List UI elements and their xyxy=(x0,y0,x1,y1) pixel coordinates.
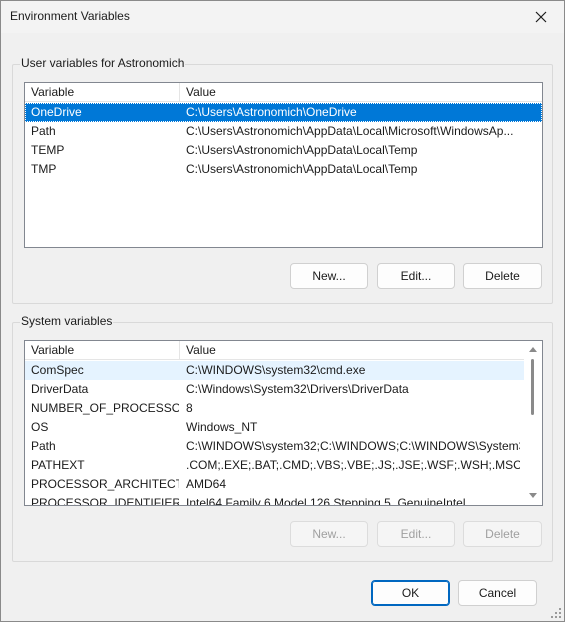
variable-name-cell: PROCESSOR_ARCHITECTU... xyxy=(31,477,179,491)
column-header-variable[interactable]: Variable xyxy=(25,341,179,360)
user-variables-header: Variable Value xyxy=(25,83,542,102)
table-row[interactable]: ComSpec C:\WINDOWS\system32\cmd.exe xyxy=(25,361,542,380)
chevron-down-icon[interactable] xyxy=(529,493,537,498)
variable-value-cell: .COM;.EXE;.BAT;.CMD;.VBS;.VBE;.JS;.JSE;.… xyxy=(186,458,520,472)
table-row[interactable]: Path C:\WINDOWS\system32;C:\WINDOWS;C:\WI… xyxy=(25,437,542,456)
chevron-up-icon[interactable] xyxy=(529,347,537,352)
variable-name-cell: TEMP xyxy=(31,143,65,157)
table-row[interactable]: OneDrive C:\Users\Astronomich\OneDrive xyxy=(25,103,542,122)
table-row[interactable]: PROCESSOR_IDENTIFIER Intel64 Family 6 Mod… xyxy=(25,494,542,506)
variable-value-cell: C:\Users\Astronomich\AppData\Local\Temp xyxy=(186,162,418,176)
cancel-button[interactable]: Cancel xyxy=(458,580,537,606)
ok-button[interactable]: OK xyxy=(371,580,450,606)
user-delete-button[interactable]: Delete xyxy=(463,263,542,289)
title-bar[interactable]: Environment Variables xyxy=(1,1,564,33)
table-row[interactable]: OS Windows_NT xyxy=(25,418,542,437)
user-variables-group: User variables for Astronomich Variable … xyxy=(12,56,553,304)
variable-value-cell: C:\Windows\System32\Drivers\DriverData xyxy=(186,382,409,396)
system-delete-button[interactable]: Delete xyxy=(463,521,542,547)
user-variables-list[interactable]: Variable Value OneDrive C:\Users\Astronom… xyxy=(24,82,543,248)
table-row[interactable]: DriverData C:\Windows\System32\Drivers\Dr… xyxy=(25,380,542,399)
system-variables-label: System variables xyxy=(20,314,114,328)
system-variables-header: Variable Value xyxy=(25,341,542,360)
variable-value-cell: C:\WINDOWS\system32\cmd.exe xyxy=(186,363,366,377)
variable-value-cell: Windows_NT xyxy=(186,420,258,434)
table-row[interactable]: Path C:\Users\Astronomich\AppData\Local\M… xyxy=(25,122,542,141)
table-row[interactable]: NUMBER_OF_PROCESSORS 8 xyxy=(25,399,542,418)
system-variables-list[interactable]: Variable Value ComSpec C:\WINDOWS\system3… xyxy=(24,340,543,506)
variable-name-cell: OS xyxy=(31,420,49,434)
variable-value-cell: AMD64 xyxy=(186,477,227,491)
variable-value-cell: Intel64 Family 6 Model 126 Stepping 5, G… xyxy=(186,496,466,506)
system-edit-button[interactable]: Edit... xyxy=(377,521,455,547)
variable-name-cell: NUMBER_OF_PROCESSORS xyxy=(31,401,179,415)
column-header-value[interactable]: Value xyxy=(180,83,540,102)
user-new-button[interactable]: New... xyxy=(290,263,368,289)
table-row[interactable]: TMP C:\Users\Astronomich\AppData\Local\Te… xyxy=(25,160,542,179)
system-variables-group: System variables Variable Value ComSpec C… xyxy=(12,314,553,562)
variable-name-cell: Path xyxy=(31,124,56,138)
close-icon xyxy=(535,11,547,23)
variable-name-cell: Path xyxy=(31,439,56,453)
system-new-button[interactable]: New... xyxy=(290,521,368,547)
variable-value-cell: C:\Users\Astronomich\AppData\Local\Micro… xyxy=(186,124,514,138)
window-title: Environment Variables xyxy=(10,9,130,23)
variable-value-cell: C:\Users\Astronomich\OneDrive xyxy=(186,105,357,119)
variable-name-cell: PATHEXT xyxy=(31,458,85,472)
variable-value-cell: 8 xyxy=(186,401,193,415)
close-button[interactable] xyxy=(518,1,564,33)
variable-value-cell: C:\WINDOWS\system32;C:\WINDOWS;C:\WINDOW… xyxy=(186,439,520,453)
variable-name-cell: DriverData xyxy=(31,382,89,396)
resize-grip-icon[interactable] xyxy=(550,607,562,619)
variable-value-cell: C:\Users\Astronomich\AppData\Local\Temp xyxy=(186,143,418,157)
scroll-thumb[interactable] xyxy=(531,359,534,415)
environment-variables-dialog: Environment Variables User variables for… xyxy=(0,0,565,622)
user-variables-label: User variables for Astronomich xyxy=(20,56,186,70)
system-list-scrollbar[interactable] xyxy=(524,341,542,505)
user-edit-button[interactable]: Edit... xyxy=(377,263,455,289)
column-header-value[interactable]: Value xyxy=(180,341,525,360)
variable-name-cell: OneDrive xyxy=(31,105,82,119)
variable-name-cell: ComSpec xyxy=(31,363,84,377)
column-header-variable[interactable]: Variable xyxy=(25,83,179,102)
table-row[interactable]: PROCESSOR_ARCHITECTU... AMD64 xyxy=(25,475,542,494)
variable-name-cell: TMP xyxy=(31,162,57,176)
variable-name-cell: PROCESSOR_IDENTIFIER xyxy=(31,496,179,506)
table-row[interactable]: PATHEXT .COM;.EXE;.BAT;.CMD;.VBS;.VBE;.JS… xyxy=(25,456,542,475)
table-row[interactable]: TEMP C:\Users\Astronomich\AppData\Local\T… xyxy=(25,141,542,160)
